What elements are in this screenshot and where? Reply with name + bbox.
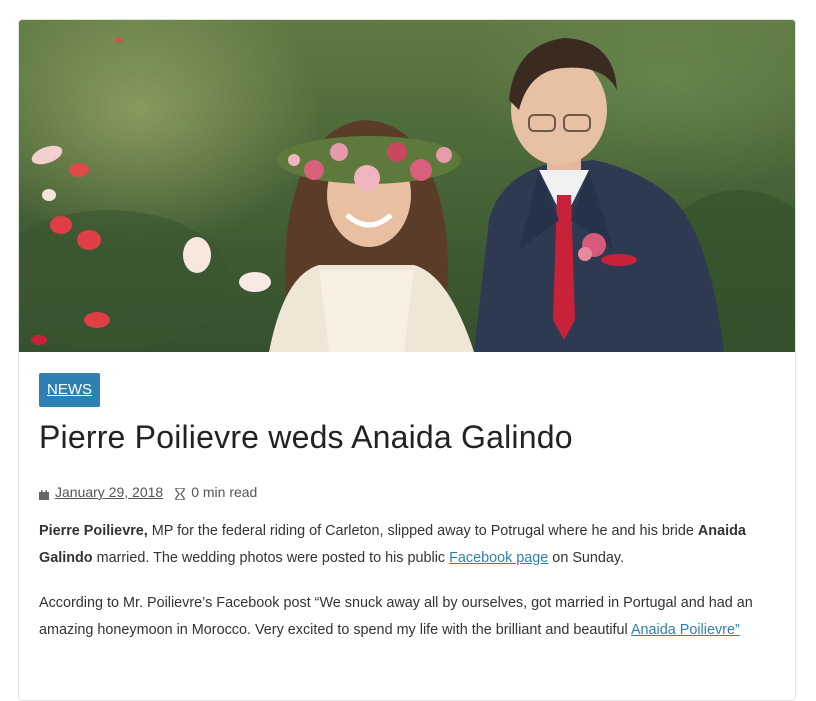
groom-name: Pierre Poilievre, <box>39 523 148 539</box>
featured-image[interactable] <box>19 20 795 352</box>
read-time: 0 min read <box>191 484 258 500</box>
article-meta: January 29, 2018 0 min read <box>39 484 775 501</box>
paragraph-1: Pierre Poilievre, MP for the federal rid… <box>39 523 746 566</box>
article-card: NEWS Pierre Poilievre weds Anaida Galind… <box>18 19 796 701</box>
wedding-photo-illustration <box>19 37 795 352</box>
post-date-link[interactable]: January 29, 2018 <box>55 484 163 500</box>
category-badge[interactable]: NEWS <box>39 373 100 407</box>
article-body: NEWS Pierre Poilievre weds Anaida Galind… <box>19 352 795 644</box>
hourglass-icon <box>175 487 185 501</box>
article-title: Pierre Poilievre weds Anaida Galindo <box>39 419 573 455</box>
calendar-icon <box>39 487 49 500</box>
facebook-page-link[interactable]: Facebook page <box>449 550 548 566</box>
paragraph-2: According to Mr. Poilievre’s Facebook po… <box>39 595 753 638</box>
anaida-profile-link[interactable]: Anaida Poilievre” <box>631 622 740 638</box>
